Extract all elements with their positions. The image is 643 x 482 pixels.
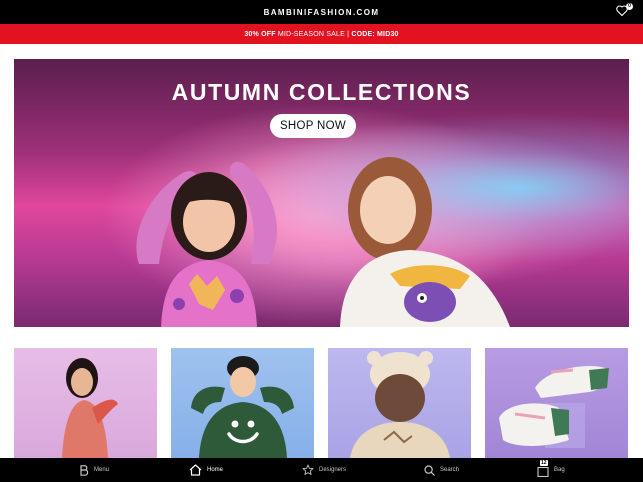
nav-label-menu: Menu xyxy=(94,467,110,473)
tile-girl-image xyxy=(62,358,118,458)
category-tile-baby[interactable] xyxy=(328,348,471,458)
nav-label-designers: Designers xyxy=(319,467,347,473)
category-tile-shoes[interactable] xyxy=(485,348,628,458)
tile-baby-image xyxy=(350,351,450,458)
category-tile-boys[interactable] xyxy=(171,348,314,458)
brand-name[interactable]: BAMBINIFASHION.COM xyxy=(264,8,380,17)
tile-boy-image xyxy=(191,356,294,458)
bag-count-badge: 12 xyxy=(540,459,548,466)
bag-icon-wrapper: 12 xyxy=(537,459,549,477)
promo-code: CODE: MID30 xyxy=(351,30,399,38)
wishlist-count-badge: 0 xyxy=(626,3,633,10)
nav-label-home: Home xyxy=(207,467,224,473)
nav-item-bag[interactable]: 12 Bag xyxy=(537,458,565,482)
search-icon xyxy=(424,464,435,476)
wishlist-button[interactable]: 0 xyxy=(616,3,633,18)
star-icon xyxy=(302,464,314,475)
nav-item-home[interactable]: Home xyxy=(189,458,223,482)
hero-child-left-image xyxy=(136,161,277,327)
nav-label-search: Search xyxy=(440,467,460,473)
tile-shoes-image xyxy=(499,366,609,448)
hero-banner[interactable]: AUTUMN COLLECTIONS SHOP NOW xyxy=(14,59,629,327)
nav-item-designers[interactable]: Designers xyxy=(302,458,346,482)
b-logo-icon xyxy=(80,464,89,476)
category-tiles xyxy=(14,348,629,458)
nav-label-bag: Bag xyxy=(554,467,565,473)
promo-discount: 30% OFF xyxy=(244,30,276,38)
promo-banner[interactable]: 30% OFF MID-SEASON SALE | CODE: MID30 xyxy=(0,24,643,44)
category-tile-girls[interactable] xyxy=(14,348,157,458)
nav-item-menu[interactable]: Menu xyxy=(80,458,109,482)
nav-item-search[interactable]: Search xyxy=(424,458,459,482)
home-icon xyxy=(189,464,202,476)
bottom-navigation: Menu Home Designers Search 12 Bag xyxy=(0,458,643,482)
promo-text: MID-SEASON SALE | xyxy=(275,30,352,38)
shop-now-button[interactable]: SHOP NOW xyxy=(270,114,356,138)
hero-child-right-image xyxy=(340,157,510,327)
top-bar: BAMBINIFASHION.COM 0 xyxy=(0,0,643,24)
hero-title: AUTUMN COLLECTIONS xyxy=(171,79,472,105)
